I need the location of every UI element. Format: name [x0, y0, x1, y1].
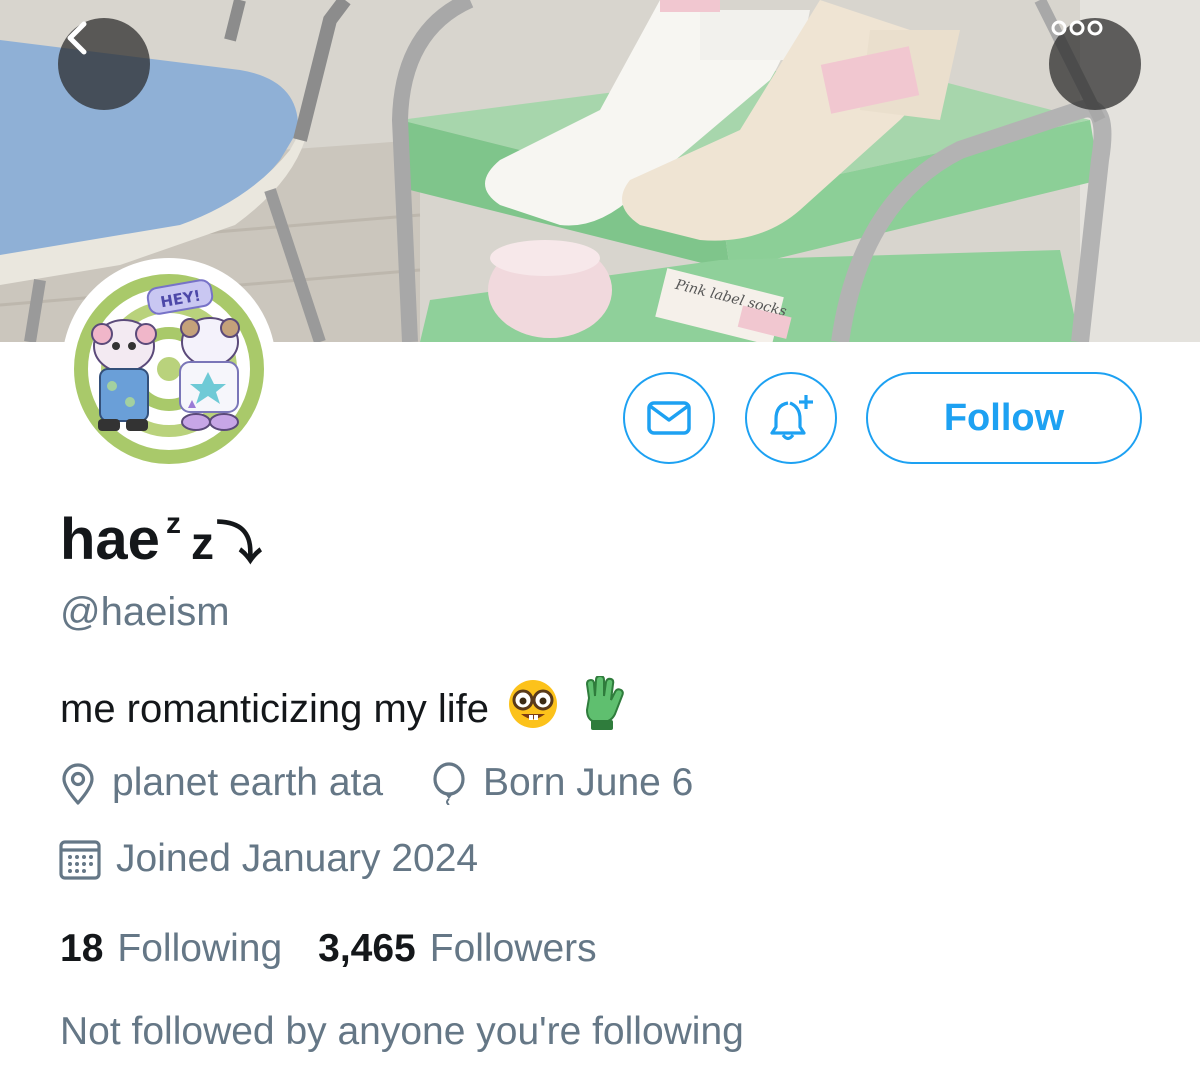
profile-meta-row: planet earth ata Born June 6	[58, 758, 693, 808]
bell-plus-icon	[770, 395, 813, 441]
profile-bio: me romanticizing my life	[60, 674, 625, 742]
nerd-face-emoji	[505, 678, 561, 740]
name-decoration-large: z	[190, 517, 214, 569]
followers-label: Followers	[429, 927, 597, 970]
profile-handle: @haeism	[60, 590, 230, 634]
chevron-left-icon	[67, 21, 87, 55]
avatar[interactable]: HEY!	[62, 258, 276, 472]
calendar-icon	[59, 840, 101, 880]
location-text: planet earth ata	[112, 761, 384, 804]
avatar-image: HEY!	[68, 264, 270, 466]
followed-by-text: Not followed by anyone you're following	[60, 1010, 744, 1053]
following-label: Following	[117, 927, 283, 970]
following-stat[interactable]: 18 Following	[60, 927, 282, 971]
followers-count: 3,465	[318, 927, 416, 970]
bio-text: me romanticizing my life	[60, 686, 490, 731]
profile-joined-row: Joined January 2024	[58, 834, 478, 884]
birthday-item: Born June 6	[429, 761, 693, 805]
location-item: planet earth ata	[58, 761, 383, 805]
balloon-icon	[433, 762, 465, 805]
profile-stats: 18 Following 3,465 Followers	[60, 924, 597, 974]
location-pin-icon	[62, 763, 94, 805]
message-button[interactable]	[623, 372, 715, 464]
envelope-icon	[647, 401, 691, 435]
more-options-button[interactable]	[1049, 18, 1141, 110]
joined-item: Joined January 2024	[58, 837, 478, 881]
joined-text: Joined January 2024	[116, 837, 479, 880]
name-decoration-small: z	[165, 507, 181, 540]
green-glove-emoji	[577, 674, 625, 742]
display-name-text: hae	[60, 507, 160, 572]
follow-button[interactable]: Follow	[866, 372, 1142, 464]
following-count: 18	[60, 927, 104, 970]
name-decoration-arrow: ⤵	[215, 516, 262, 570]
followers-stat[interactable]: 3,465 Followers	[318, 927, 596, 971]
back-button[interactable]	[58, 18, 150, 110]
birthday-text: Born June 6	[483, 761, 694, 804]
notifications-button[interactable]	[745, 372, 837, 464]
more-horizontal-icon	[1051, 20, 1103, 36]
display-name: hae z z⤵	[60, 506, 262, 573]
